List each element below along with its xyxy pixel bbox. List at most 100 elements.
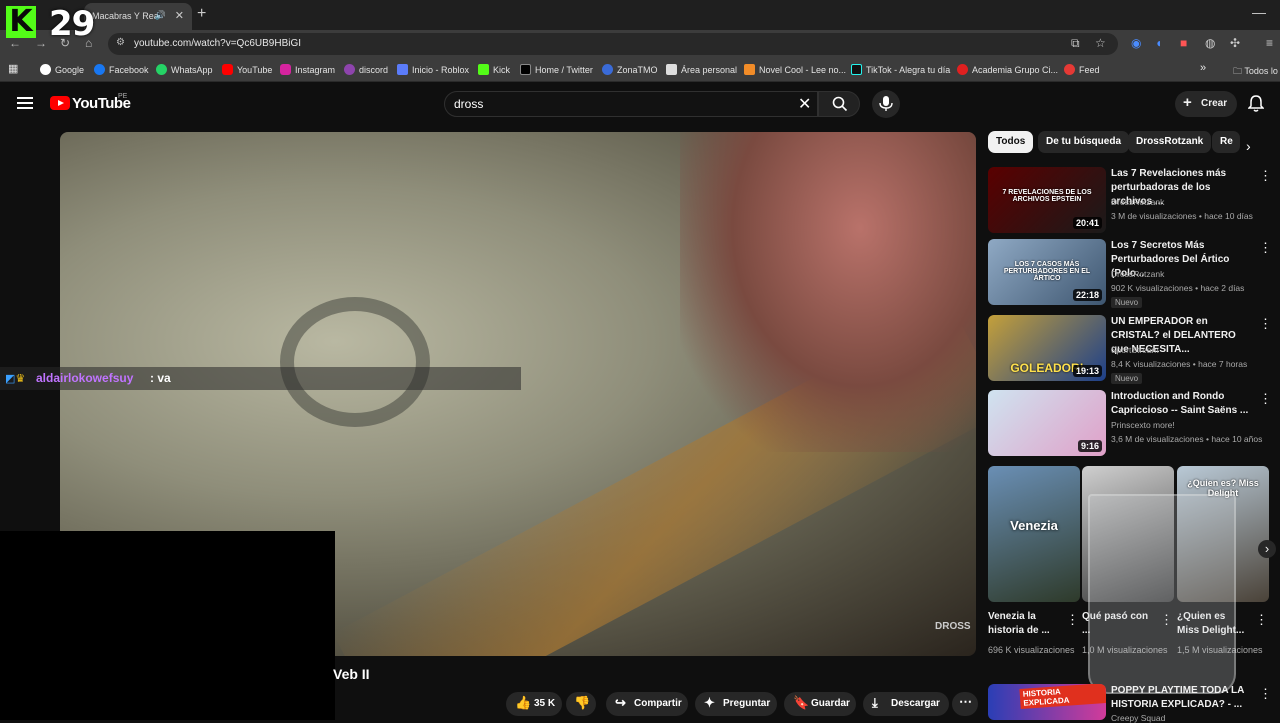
new-badge: Nuevo: [1111, 373, 1143, 384]
clear-search-icon[interactable]: ✕: [798, 94, 811, 114]
rec-title[interactable]: Introduction and Rondo Capriccioso -- Sa…: [1111, 390, 1253, 418]
thumbnail-text: HISTORIA EXPLICADA: [1019, 684, 1106, 709]
bookmark-star-icon[interactable]: ☆: [1095, 36, 1106, 50]
microphone-icon: [879, 96, 893, 111]
chip-drossrotzank[interactable]: DrossRotzank: [1128, 131, 1212, 153]
rec-thumbnail[interactable]: GOLEADOR! 19:13: [988, 315, 1106, 381]
share-button[interactable]: ↪ Compartir: [606, 692, 688, 716]
x-icon: [520, 64, 531, 75]
bookmark-all-folder[interactable]: 🗀 Todos lo: [1233, 64, 1278, 80]
youtube-logo-icon[interactable]: [50, 96, 70, 110]
rec-thumbnail[interactable]: HISTORIA EXPLICADA: [988, 684, 1106, 720]
bookmark-tiktok[interactable]: TikTok - Alegra tu día: [851, 64, 950, 75]
bookmark-feed[interactable]: Feed: [1064, 64, 1100, 75]
thumbnail-text: LOS 7 CASOS MÁS PERTURBADORES EN EL ÁRTI…: [1003, 261, 1091, 282]
bookmark-roblox[interactable]: Inicio - Roblox: [397, 64, 469, 75]
page-icon: [666, 64, 677, 75]
bookmark-twitter[interactable]: Home / Twitter: [520, 64, 593, 75]
notifications-bell-icon[interactable]: [1248, 95, 1264, 112]
video-duration: 22:18: [1072, 289, 1102, 301]
bookmark-instagram[interactable]: Instagram: [280, 64, 335, 75]
view-count: 3,6 M de visualizaciones: [1111, 434, 1204, 444]
upload-age: hace 10 días: [1204, 211, 1253, 221]
rec-channel[interactable]: DrossRotzank: [1111, 269, 1164, 279]
extension-shield-icon[interactable]: ◍: [1205, 36, 1215, 50]
bookmark-whatsapp[interactable]: WhatsApp: [156, 64, 213, 75]
rec-channel[interactable]: DrossRotzank: [1111, 197, 1164, 207]
zonatmo-icon: [602, 64, 613, 75]
bookmark-kick[interactable]: Kick: [478, 64, 510, 75]
url-text: youtube.com/watch?v=Qc6UB9HBiGI: [134, 38, 302, 49]
short-views: 696 K visualizaciones: [988, 645, 1075, 655]
bookmark-google[interactable]: Google: [40, 64, 84, 75]
rec-channel[interactable]: Creepy Squad: [1111, 713, 1165, 723]
short-overlay-text: Venezia: [1010, 518, 1058, 533]
chip-related[interactable]: Re: [1212, 131, 1240, 153]
more-vertical-icon[interactable]: ⋮: [1259, 168, 1272, 184]
apps-grid-icon[interactable]: ▦: [8, 62, 18, 75]
download-icon: ⤓: [872, 695, 878, 710]
extensions-puzzle-icon[interactable]: ✣: [1230, 36, 1240, 50]
search-input[interactable]: [444, 91, 818, 117]
viewer-count: 29: [49, 4, 95, 44]
browser-tab-active[interactable]: Macabras Y Rea 🔊 ✕: [84, 3, 192, 30]
thumbs-down-icon: 👎: [574, 695, 591, 710]
bookmark-novelcool[interactable]: Novel Cool - Lee no...: [744, 64, 846, 75]
install-app-icon[interactable]: ⧉: [1071, 36, 1080, 51]
more-bookmarks-icon[interactable]: »: [1200, 62, 1206, 74]
kick-logo: K: [6, 6, 36, 38]
like-button[interactable]: 👍 35 K: [506, 692, 562, 716]
guide-menu-icon[interactable]: [17, 97, 33, 109]
minimize-window-button[interactable]: —: [1252, 4, 1266, 20]
rec-thumbnail[interactable]: LOS 7 CASOS MÁS PERTURBADORES EN EL ÁRTI…: [988, 239, 1106, 305]
speaker-icon[interactable]: 🔊: [155, 10, 166, 21]
search-button[interactable]: [818, 91, 860, 117]
extension-audio-icon[interactable]: ◖: [1155, 36, 1162, 50]
novelcool-icon: [744, 64, 755, 75]
bookmark-area-personal[interactable]: Área personal: [666, 64, 737, 75]
short-title[interactable]: Venezia la historia de ...: [988, 610, 1058, 638]
rec-channel[interactable]: SportStream: [1111, 345, 1159, 355]
more-vertical-icon[interactable]: ⋮: [1259, 686, 1272, 702]
extension-icon[interactable]: ◉: [1131, 36, 1141, 50]
chevron-right-icon[interactable]: ›: [1246, 138, 1251, 154]
create-button[interactable]: + Crear: [1175, 91, 1237, 117]
forward-icon[interactable]: →: [35, 36, 47, 50]
shorts-next-icon[interactable]: ›: [1258, 540, 1276, 558]
more-vertical-icon[interactable]: ⋮: [1255, 612, 1268, 628]
bookmark-youtube[interactable]: YouTube: [222, 64, 272, 75]
bookmark-discord[interactable]: discord: [344, 64, 388, 75]
chip-from-search[interactable]: De tu búsqueda: [1038, 131, 1130, 153]
view-count: 902 K visualizaciones: [1111, 283, 1193, 293]
download-button[interactable]: ⤓ Descargar: [863, 692, 949, 716]
more-vertical-icon[interactable]: ⋮: [1259, 316, 1272, 332]
extension-red-icon[interactable]: ■: [1180, 36, 1187, 50]
rec-thumbnail[interactable]: 9:16: [988, 390, 1106, 456]
kick-icon: [478, 64, 489, 75]
chat-badge-icons: ◩♛: [5, 373, 26, 385]
bookmark-zonatmo[interactable]: ZonaTMO: [602, 64, 658, 75]
site-info-icon[interactable]: ⚙: [116, 37, 125, 48]
save-button[interactable]: 🔖 Guardar: [784, 692, 856, 716]
more-vertical-icon[interactable]: ⋮: [1066, 612, 1079, 628]
more-vertical-icon[interactable]: ⋮: [1259, 240, 1272, 256]
upload-age: hace 2 días: [1200, 283, 1245, 293]
chip-all[interactable]: Todos: [988, 131, 1034, 153]
ask-button[interactable]: ✦ Preguntar: [695, 692, 777, 716]
bookmark-facebook[interactable]: Facebook: [94, 64, 149, 75]
short-thumbnail[interactable]: Venezia: [988, 466, 1080, 602]
rec-channel[interactable]: Prinscexto more!: [1111, 420, 1175, 430]
rec-thumbnail[interactable]: 7 REVELACIONES DE LOS ARCHIVOS EPSTEIN 20…: [988, 167, 1106, 233]
separator: •: [1190, 359, 1199, 369]
menu-icon[interactable]: ≡: [1266, 36, 1273, 50]
rec-title[interactable]: POPPY PLAYTIME TODA LA HISTORIA EXPLICAD…: [1111, 684, 1253, 712]
dislike-button[interactable]: 👎: [566, 692, 596, 716]
voice-search-button[interactable]: [872, 90, 900, 118]
more-actions-button[interactable]: ⋯: [952, 692, 978, 716]
new-tab-button[interactable]: +: [197, 5, 206, 23]
video-frame-hand: [680, 132, 976, 452]
more-vertical-icon[interactable]: ⋮: [1259, 391, 1272, 407]
channel-watermark[interactable]: DROSS: [935, 621, 971, 632]
bookmark-academia[interactable]: Academia Grupo Ci...: [957, 64, 1058, 75]
close-tab-icon[interactable]: ✕: [175, 9, 184, 22]
